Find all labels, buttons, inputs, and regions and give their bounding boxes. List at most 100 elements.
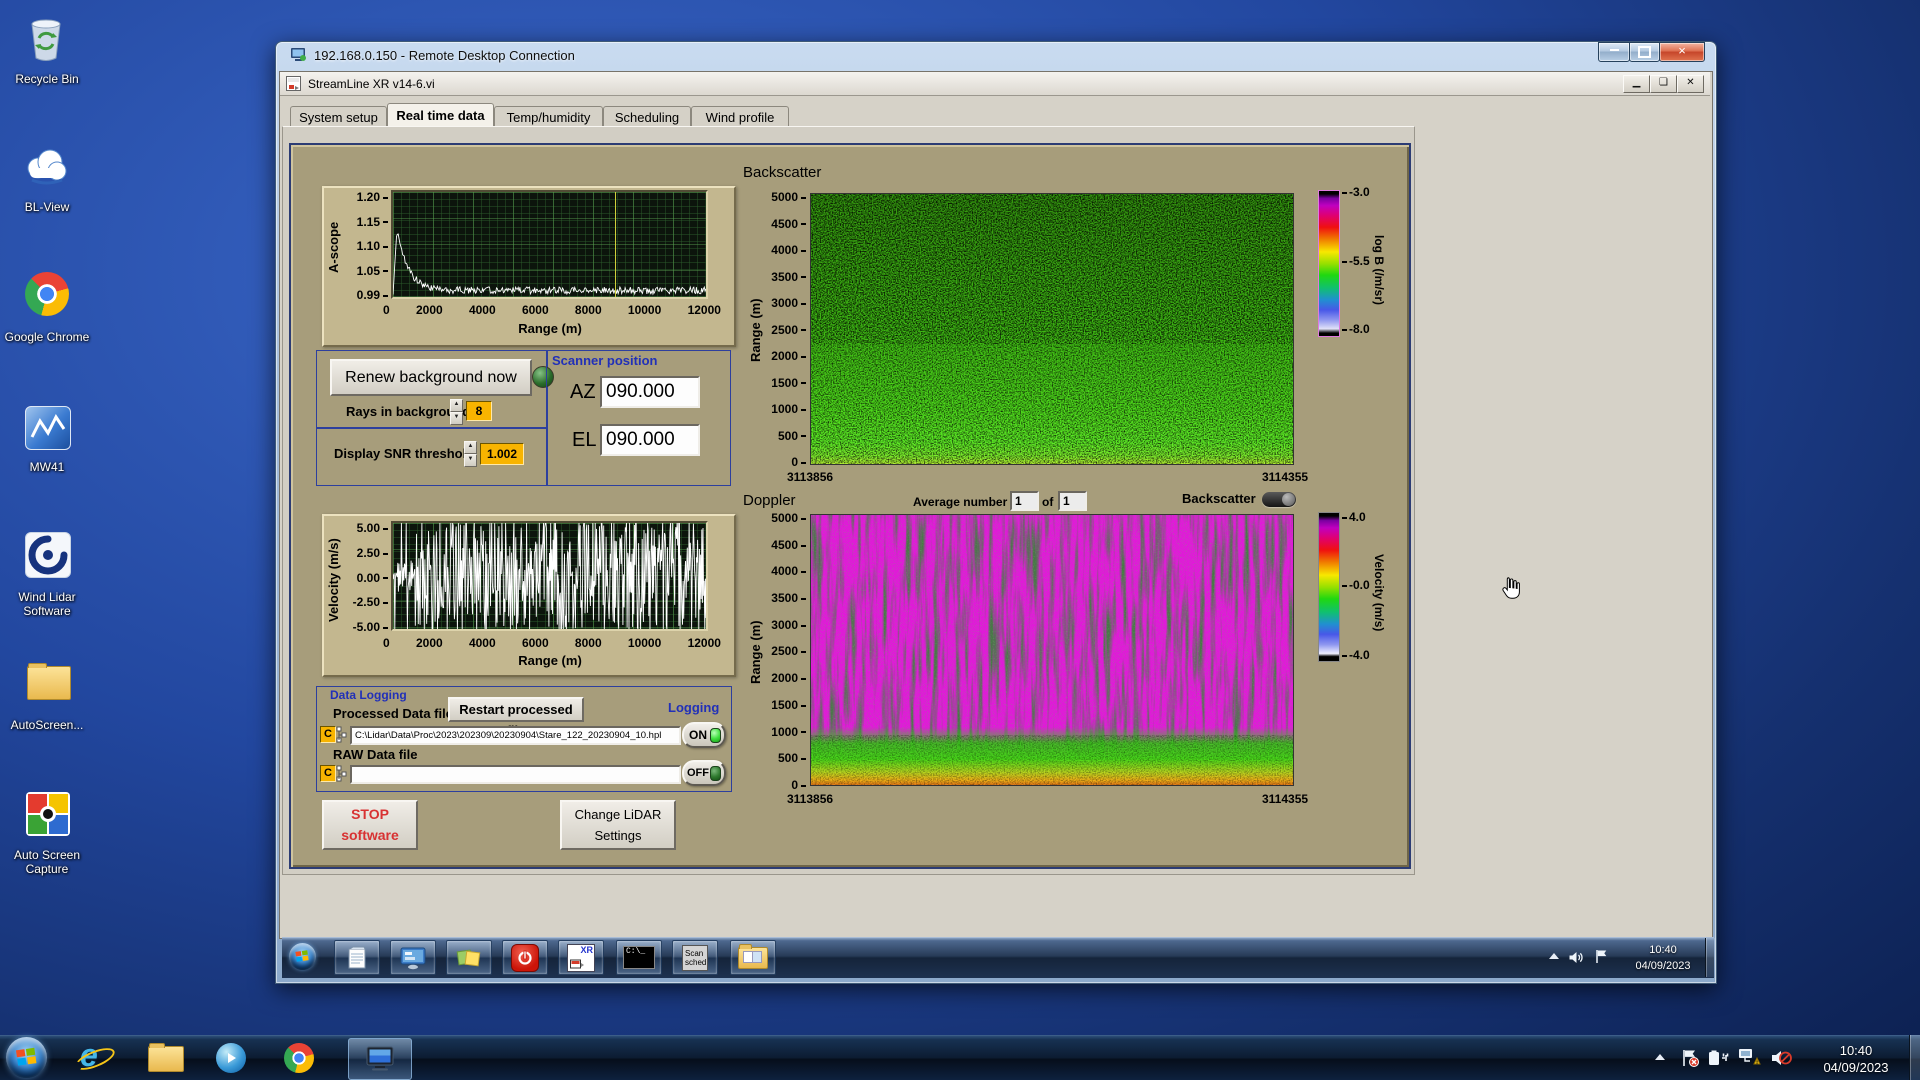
processed-path-field[interactable]: C:\Lidar\Data\Proc\2023\202309\20230904\… <box>350 726 681 745</box>
wind-lidar-label[interactable]: Wind Lidar Software <box>1 590 93 618</box>
raw-drive-box[interactable]: C <box>320 765 336 782</box>
restart-processed-file-button[interactable]: Restart processed file <box>448 697 584 738</box>
ascope-xtick: 8000 <box>574 303 602 317</box>
average-number-field[interactable]: 1 <box>1010 491 1039 511</box>
remote-taskbar-folder[interactable] <box>730 940 776 975</box>
az-value-field[interactable]: 090.000 <box>600 376 700 408</box>
app-restore-button[interactable]: ❏ <box>1650 75 1677 93</box>
tray-expand-icon[interactable] <box>1655 1054 1665 1060</box>
snr-spin-down[interactable]: ▼ <box>464 454 477 467</box>
rays-spin-down[interactable]: ▼ <box>450 412 463 425</box>
velocity-plot <box>391 521 708 631</box>
autoscreen-folder-icon[interactable] <box>27 663 71 700</box>
remote-taskbar-sticky-notes[interactable] <box>446 940 492 975</box>
tray-clock[interactable]: 10:40 04/09/2023 <box>1808 1042 1904 1076</box>
snr-value-field[interactable]: 1.002 <box>480 443 524 465</box>
backscatter-toggle[interactable] <box>1262 492 1296 507</box>
tab-temp-humidity[interactable]: Temp/humidity <box>494 106 603 128</box>
processed-browse-icon[interactable] <box>336 726 347 748</box>
off-label: OFF <box>687 767 709 779</box>
raw-logging-off-button[interactable]: OFF <box>682 760 726 786</box>
maximize-button[interactable] <box>1629 42 1660 62</box>
start-button[interactable] <box>6 1037 47 1078</box>
snr-spin-up[interactable]: ▲ <box>464 441 477 454</box>
minimize-button[interactable] <box>1598 42 1630 62</box>
app-titlebar[interactable] <box>280 72 1710 96</box>
change-lidar-settings-button[interactable]: Change LiDAR Settings <box>560 800 676 850</box>
bs-ytick: 1500 <box>771 376 806 390</box>
remote-tray-expand-icon[interactable] <box>1549 953 1559 959</box>
wind-lidar-icon[interactable] <box>25 532 71 578</box>
average-total-field[interactable]: 1 <box>1058 491 1087 511</box>
close-button[interactable]: × <box>1659 42 1705 62</box>
vel-xtick: 6000 <box>521 636 549 650</box>
tab-scheduling[interactable]: Scheduling <box>603 106 691 128</box>
rdp-titlebar-icon <box>290 47 307 67</box>
doppler-yticks: 5000 4500 4000 3500 3000 2500 2000 1500 … <box>766 511 806 792</box>
google-chrome-icon[interactable] <box>25 272 69 316</box>
tab-wind-profile[interactable]: Wind profile <box>691 106 789 128</box>
tray-network-icon[interactable] <box>1738 1048 1762 1073</box>
raw-browse-icon[interactable] <box>336 765 347 787</box>
remote-taskbar-scan-scheduler[interactable]: Scan sched <box>672 940 718 975</box>
recycle-bin-label[interactable]: Recycle Bin <box>1 72 93 86</box>
remote-taskbar-notepad[interactable] <box>334 940 380 975</box>
renew-background-button[interactable]: Renew background now <box>330 359 532 396</box>
ascope-ylabel: A-scope <box>326 221 341 274</box>
processed-logging-on-button[interactable]: ON <box>682 722 726 748</box>
taskbar-chrome[interactable] <box>284 1043 314 1073</box>
app-close-button[interactable]: ✕ <box>1677 75 1704 93</box>
dp-ytick: 500 <box>778 751 806 765</box>
ascope-xticks: 0 2000 4000 6000 8000 10000 12000 <box>383 303 721 317</box>
remote-taskbar-command-prompt[interactable]: C:\_ <box>616 940 662 975</box>
show-desktop-button[interactable] <box>1909 1035 1920 1080</box>
raw-path-field[interactable] <box>350 765 681 784</box>
tray-power-icon[interactable] <box>1708 1050 1730 1072</box>
remote-taskbar-display-settings[interactable] <box>390 940 436 975</box>
tab-system-setup[interactable]: System setup <box>290 106 387 128</box>
recycle-bin-icon[interactable] <box>24 12 68 69</box>
doppler-x-right: 3114355 <box>1262 792 1309 806</box>
stop-software-button[interactable]: STOP software <box>322 800 418 850</box>
auto-screen-capture-label[interactable]: Auto Screen Capture <box>1 848 93 876</box>
remote-taskbar-power[interactable] <box>502 940 548 975</box>
taskbar-explorer[interactable] <box>148 1043 184 1072</box>
el-value-field[interactable]: 090.000 <box>600 424 700 456</box>
backscatter-ylabel: Range (m) <box>748 298 763 363</box>
google-chrome-label[interactable]: Google Chrome <box>1 330 93 344</box>
velocity-xticks: 0 2000 4000 6000 8000 10000 12000 <box>383 636 721 650</box>
remote-tray-volume-icon[interactable] <box>1568 950 1584 970</box>
taskbar-media-player[interactable] <box>216 1043 246 1073</box>
tray-action-center-icon[interactable] <box>1680 1048 1700 1073</box>
processed-data-file-label: Processed Data file <box>333 706 453 721</box>
taskbar-rdp-active[interactable] <box>348 1038 412 1080</box>
ascope-xtick: 4000 <box>468 303 496 317</box>
tray-volume-muted-icon[interactable] <box>1770 1048 1792 1073</box>
taskbar-internet-explorer[interactable]: e <box>72 1037 118 1075</box>
vel-xtick: 10000 <box>627 636 662 650</box>
remote-tray-flag-icon[interactable] <box>1594 948 1609 970</box>
tab-real-time-data[interactable]: Real time data <box>387 103 494 128</box>
desktop: Recycle Bin BL-View Google Chrome MW41 W… <box>0 0 1920 1080</box>
ascope-xtick: 12000 <box>687 303 721 317</box>
mw41-icon[interactable] <box>25 406 71 450</box>
remote-show-desktop-button[interactable] <box>1705 938 1715 977</box>
remote-start-button[interactable] <box>289 943 316 970</box>
rays-spin-up[interactable]: ▲ <box>450 399 463 412</box>
doppler-title: Doppler <box>743 492 796 509</box>
snr-spinner[interactable]: ▲ ▼ <box>464 441 477 467</box>
app-minimize-button[interactable]: ▁ <box>1623 75 1650 93</box>
rays-spinner[interactable]: ▲ ▼ <box>450 399 463 425</box>
dp-ytick: 3000 <box>771 618 806 632</box>
remote-tray-clock[interactable]: 10:40 04/09/2023 <box>1620 942 1706 974</box>
rays-value-field[interactable]: 8 <box>466 401 492 421</box>
bl-view-label[interactable]: BL-View <box>1 200 93 214</box>
mw41-label[interactable]: MW41 <box>1 460 93 474</box>
ascope-trace <box>392 233 707 296</box>
processed-drive-box[interactable]: C <box>320 726 336 743</box>
autoscreen-label[interactable]: AutoScreen... <box>1 718 93 732</box>
auto-screen-capture-icon[interactable] <box>26 792 70 836</box>
bl-view-icon[interactable] <box>22 142 70 193</box>
remote-taskbar-labview-xr[interactable]: XR <box>558 940 604 975</box>
wmp-play-icon <box>228 1053 236 1063</box>
